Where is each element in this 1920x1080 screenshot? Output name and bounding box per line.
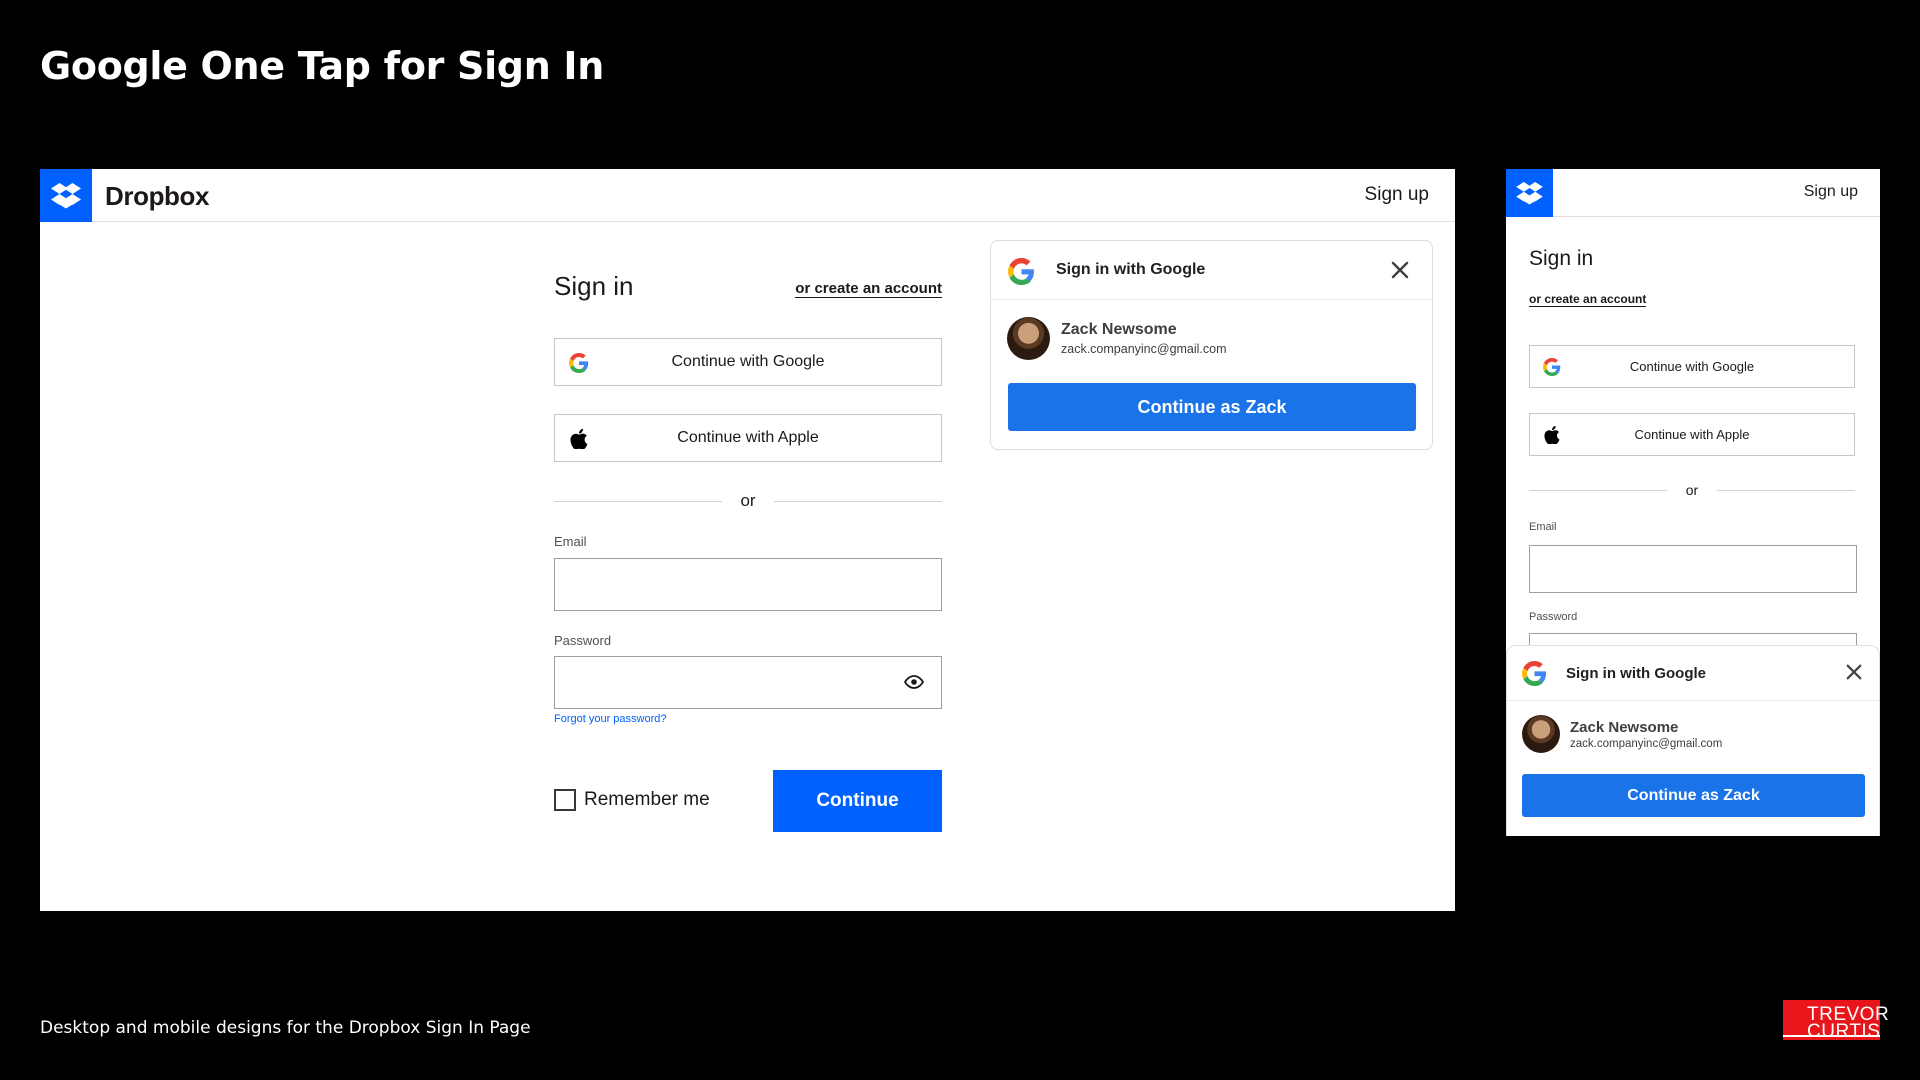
one-tap-header: Sign in with Google — [991, 241, 1432, 300]
form-title: Sign in — [554, 271, 634, 301]
brand-name: Dropbox — [105, 181, 210, 211]
continue-google-button[interactable]: Continue with Google — [554, 338, 942, 386]
password-field[interactable] — [554, 656, 942, 709]
continue-apple-button[interactable]: Continue with Apple — [1529, 413, 1855, 456]
remember-label: Remember me — [584, 789, 710, 810]
password-wrapper — [554, 656, 942, 709]
continue-as-button[interactable]: Continue as Zack — [1522, 774, 1865, 817]
email-label: Email — [1529, 521, 1557, 533]
google-one-tap-sheet: Sign in with Google Zack Newsome zack.co… — [1506, 645, 1880, 836]
google-button-label: Continue with Google — [671, 353, 825, 370]
mobile-mockup: Sign up Sign in or create an account Con… — [1506, 169, 1880, 836]
or-divider: or — [1529, 482, 1855, 502]
slide-title: Google One Tap for Sign In — [40, 44, 604, 88]
apple-button-label: Continue with Apple — [1634, 427, 1750, 442]
continue-button[interactable]: Continue — [773, 770, 942, 832]
account-row[interactable]: Zack Newsome zack.companyinc@gmail.com — [1522, 715, 1722, 753]
google-one-tap-card: Sign in with Google Zack Newsome zack.co… — [990, 240, 1433, 450]
account-name: Zack Newsome — [1570, 718, 1679, 736]
account-email: zack.companyinc@gmail.com — [1570, 737, 1723, 750]
password-label: Password — [554, 633, 612, 648]
signup-link[interactable]: Sign up — [1365, 184, 1429, 206]
form-title: Sign in — [1529, 247, 1594, 270]
one-tap-header: Sign in with Google — [1507, 646, 1879, 701]
create-account-link[interactable]: or create an account — [795, 281, 942, 298]
close-icon[interactable] — [1390, 260, 1410, 285]
checkbox-box[interactable] — [554, 789, 576, 811]
signup-link[interactable]: Sign up — [1804, 183, 1858, 201]
email-field[interactable] — [554, 558, 942, 611]
google-g-icon — [1007, 257, 1035, 285]
slide-caption: Desktop and mobile designs for the Dropb… — [40, 1018, 531, 1038]
create-account-link[interactable]: or create an account — [1529, 293, 1647, 307]
account-row[interactable]: Zack Newsome zack.companyinc@gmail.com — [1007, 317, 1227, 360]
close-icon[interactable] — [1845, 663, 1863, 686]
continue-apple-button[interactable]: Continue with Apple — [554, 414, 942, 462]
brand-logo: TREVOR CURTIS — [1783, 1000, 1889, 1042]
account-email: zack.companyinc@gmail.com — [1061, 342, 1227, 356]
google-button-label: Continue with Google — [1629, 359, 1755, 374]
google-g-icon — [1521, 660, 1547, 686]
apple-icon — [567, 427, 591, 451]
apple-button-label: Continue with Apple — [677, 429, 819, 446]
or-divider: or — [554, 491, 942, 511]
apple-icon — [1542, 425, 1562, 445]
brand-line-2: CURTIS — [1807, 1021, 1881, 1042]
continue-as-button[interactable]: Continue as Zack — [1008, 383, 1416, 431]
google-g-icon — [567, 351, 591, 375]
email-label: Email — [554, 534, 587, 549]
avatar — [1007, 317, 1050, 360]
google-g-icon — [1542, 357, 1562, 377]
one-tap-title: Sign in with Google — [1056, 261, 1206, 278]
remember-me-checkbox[interactable]: Remember me — [554, 789, 710, 811]
email-field[interactable] — [1529, 545, 1857, 593]
forgot-password-link[interactable]: Forgot your password? — [554, 713, 667, 725]
dropbox-logo-icon[interactable] — [1506, 169, 1553, 217]
password-label: Password — [1529, 611, 1578, 623]
avatar — [1522, 715, 1560, 753]
dropbox-logo-icon[interactable] — [40, 169, 92, 222]
desktop-header: Dropbox Sign up — [40, 169, 1455, 222]
desktop-mockup: Dropbox Sign up Sign in or create an acc… — [40, 169, 1455, 911]
account-name: Zack Newsome — [1061, 321, 1177, 338]
eye-icon[interactable] — [903, 674, 925, 690]
continue-google-button[interactable]: Continue with Google — [1529, 345, 1855, 388]
one-tap-title: Sign in with Google — [1566, 665, 1706, 682]
mobile-header: Sign up — [1506, 169, 1880, 217]
